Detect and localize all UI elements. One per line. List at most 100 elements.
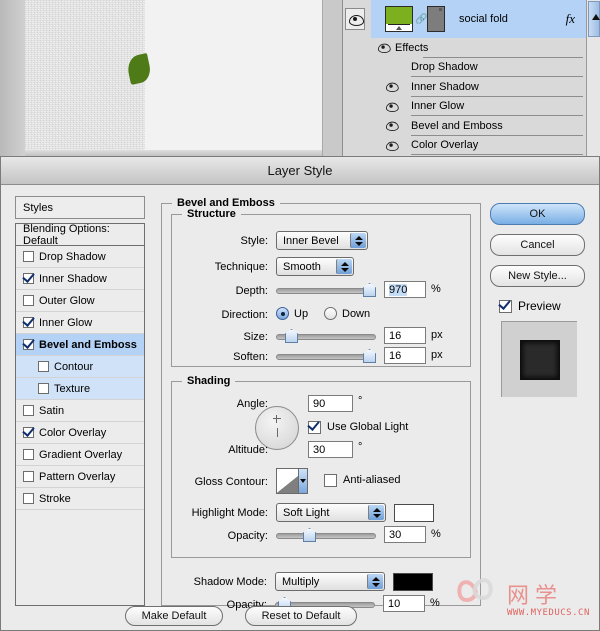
- styles-item-blending-options[interactable]: Blending Options: Default: [16, 224, 144, 247]
- styles-item-bevel-and-emboss[interactable]: Bevel and Emboss: [16, 334, 144, 356]
- gloss-contour-preview[interactable]: [276, 468, 308, 494]
- layers-panel[interactable]: 🔗 social fold fx Effects Drop Shadow Inn…: [342, 0, 600, 156]
- styles-item-satin[interactable]: Satin: [16, 400, 144, 422]
- soften-slider-knob[interactable]: [363, 349, 376, 363]
- highlight-opacity-knob[interactable]: [303, 528, 316, 542]
- use-global-light-checkbox[interactable]: [308, 421, 321, 434]
- make-default-button[interactable]: Make Default: [125, 606, 223, 626]
- angle-input[interactable]: 90: [308, 395, 353, 412]
- styles-item-label: Texture: [54, 382, 91, 395]
- highlight-mode-select[interactable]: Soft Light: [276, 503, 386, 522]
- checkbox-icon[interactable]: [23, 405, 34, 416]
- soften-input[interactable]: 16: [384, 347, 426, 364]
- layer-visibility-toggle[interactable]: [345, 8, 365, 30]
- checkbox-icon[interactable]: [38, 383, 49, 394]
- styles-item-label: Color Overlay: [39, 426, 107, 439]
- layer-mask-thumbnail[interactable]: [427, 6, 445, 32]
- checkbox-icon[interactable]: [23, 471, 34, 482]
- layer-thumbnail[interactable]: [385, 6, 413, 32]
- altitude-input[interactable]: 30: [308, 441, 353, 458]
- styles-item-stroke[interactable]: Stroke: [16, 488, 144, 510]
- styles-item-pattern-overlay[interactable]: Pattern Overlay: [16, 466, 144, 488]
- highlight-color-swatch[interactable]: [394, 504, 434, 522]
- effect-visibility-toggle[interactable]: [371, 141, 411, 151]
- effect-row-bevel-and-emboss[interactable]: Bevel and Emboss: [371, 116, 600, 136]
- checkbox-checked-icon[interactable]: [23, 273, 34, 284]
- stepper-arrows-icon[interactable]: [368, 505, 384, 520]
- new-style-button[interactable]: New Style...: [490, 265, 585, 287]
- effect-row-inner-glow[interactable]: Inner Glow: [371, 96, 600, 116]
- technique-select[interactable]: Smooth: [276, 257, 354, 276]
- soften-label: Soften:: [233, 351, 268, 363]
- effect-row-color-overlay[interactable]: Color Overlay: [371, 135, 600, 155]
- styles-item-gradient-overlay[interactable]: Gradient Overlay: [16, 444, 144, 466]
- effect-visibility-toggle[interactable]: [371, 121, 411, 132]
- styles-item-color-overlay[interactable]: Color Overlay: [16, 422, 144, 444]
- checkbox-checked-icon[interactable]: [23, 427, 34, 438]
- checkbox-icon[interactable]: [38, 361, 49, 372]
- gloss-contour-label: Gloss Contour:: [194, 476, 268, 488]
- effects-group-label: Effects: [395, 41, 429, 54]
- shading-group: Shading Angle: 90 ° Use Global Light Alt…: [171, 375, 471, 558]
- depth-input[interactable]: 970: [384, 281, 426, 298]
- soften-slider[interactable]: [276, 349, 376, 363]
- checkbox-checked-icon[interactable]: [23, 317, 34, 328]
- size-slider-knob[interactable]: [285, 329, 298, 343]
- effect-visibility-toggle[interactable]: [371, 102, 411, 112]
- dialog-titlebar[interactable]: Layer Style: [1, 157, 599, 185]
- styles-column: Styles Blending Options: Default Drop Sh…: [15, 196, 145, 606]
- eye-icon: [385, 82, 399, 93]
- styles-item-outer-glow[interactable]: Outer Glow: [16, 290, 144, 312]
- styles-list[interactable]: Blending Options: Default Drop Shadow In…: [15, 223, 145, 606]
- effect-row-drop-shadow[interactable]: Drop Shadow: [371, 57, 600, 77]
- layer-row-social-fold[interactable]: 🔗 social fold fx: [371, 0, 600, 38]
- size-input[interactable]: 16: [384, 327, 426, 344]
- depth-label: Depth:: [235, 285, 268, 297]
- styles-item-inner-shadow[interactable]: Inner Shadow: [16, 268, 144, 290]
- stepper-arrows-icon[interactable]: [367, 574, 383, 589]
- direction-down-radio[interactable]: [324, 307, 337, 320]
- depth-slider-knob[interactable]: [363, 283, 376, 297]
- styles-header[interactable]: Styles: [15, 196, 145, 219]
- checkbox-icon[interactable]: [23, 449, 34, 460]
- stepper-arrows-icon[interactable]: [350, 233, 366, 248]
- depth-slider[interactable]: [276, 283, 376, 297]
- styles-item-texture[interactable]: Texture: [16, 378, 144, 400]
- scrollbar-thumb[interactable]: [588, 1, 600, 37]
- chevron-up-icon[interactable]: [592, 14, 600, 20]
- layers-panel-scrollbar[interactable]: [586, 0, 600, 156]
- preview-toggle-row[interactable]: Preview: [499, 299, 590, 313]
- direction-up-radio[interactable]: [276, 307, 289, 320]
- link-icon[interactable]: 🔗: [415, 14, 427, 25]
- highlight-opacity-input[interactable]: 30: [384, 526, 426, 543]
- style-select[interactable]: Inner Bevel: [276, 231, 368, 250]
- photoshop-workspace-background: 🔗 social fold fx Effects Drop Shadow Inn…: [0, 0, 600, 160]
- effect-row-inner-shadow[interactable]: Inner Shadow: [371, 77, 600, 97]
- ok-button[interactable]: OK: [490, 203, 585, 225]
- size-slider[interactable]: [276, 329, 376, 343]
- styles-item-drop-shadow[interactable]: Drop Shadow: [16, 246, 144, 268]
- soften-value: 16: [389, 349, 402, 362]
- workspace-mid-gutter: [322, 0, 342, 160]
- effect-visibility-toggle[interactable]: [371, 82, 411, 93]
- bevel-emboss-settings-panel: Bevel and Emboss Structure Style: Inner …: [161, 196, 481, 612]
- checkbox-icon[interactable]: [23, 295, 34, 306]
- effects-group-row[interactable]: Effects: [371, 38, 600, 58]
- shadow-color-swatch[interactable]: [393, 573, 433, 591]
- styles-item-inner-glow[interactable]: Inner Glow: [16, 312, 144, 334]
- checkbox-icon[interactable]: [23, 493, 34, 504]
- checkbox-icon[interactable]: [23, 251, 34, 262]
- anti-aliased-checkbox[interactable]: [324, 474, 337, 487]
- fx-badge-icon[interactable]: fx: [566, 11, 575, 27]
- preview-label: Preview: [518, 299, 561, 313]
- shadow-mode-select[interactable]: Multiply: [275, 572, 385, 591]
- checkbox-checked-icon[interactable]: [23, 339, 34, 350]
- reset-to-default-button[interactable]: Reset to Default: [245, 606, 357, 626]
- preview-checkbox[interactable]: [499, 299, 512, 313]
- highlight-opacity-slider[interactable]: [276, 528, 376, 542]
- gloss-contour-dropdown[interactable]: [298, 469, 307, 493]
- effects-visibility-toggle[interactable]: [371, 43, 395, 54]
- styles-item-contour[interactable]: Contour: [16, 356, 144, 378]
- stepper-arrows-icon[interactable]: [336, 259, 352, 274]
- cancel-button[interactable]: Cancel: [490, 234, 585, 256]
